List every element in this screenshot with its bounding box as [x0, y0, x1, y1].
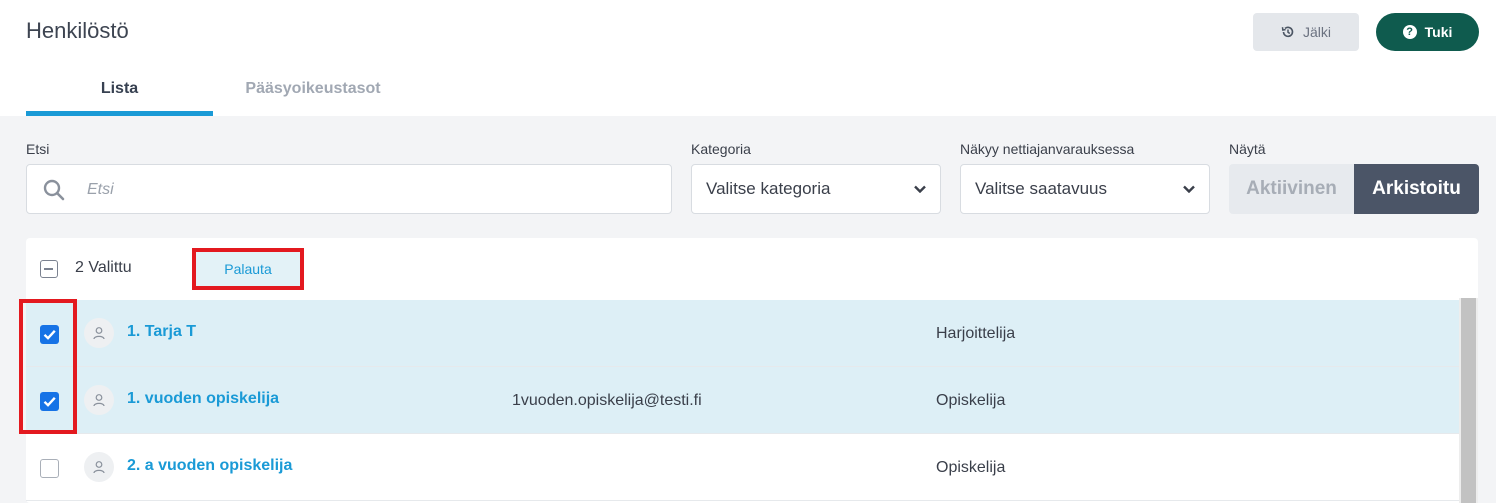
tuki-button[interactable]: ? Tuki — [1376, 13, 1479, 51]
tab-lista[interactable]: Lista — [26, 78, 213, 116]
category-select[interactable]: Valitse kategoria — [691, 164, 941, 214]
staff-list-panel: 2 Valittu Palauta 1. Tarja T Harjoitteli… — [26, 238, 1478, 503]
visibility-select[interactable]: Valitse saatavuus — [960, 164, 1210, 214]
select-all-checkbox[interactable] — [40, 260, 58, 278]
row-name[interactable]: 2. a vuoden opiskelija — [127, 457, 292, 475]
category-select-value: Valitse kategoria — [706, 179, 831, 198]
checkbox-highlight-annotation — [19, 299, 77, 434]
search-label: Etsi — [26, 141, 50, 157]
avatar — [84, 318, 114, 348]
search-icon — [43, 179, 65, 201]
toggle-aktiivinen[interactable]: Aktiivinen — [1229, 164, 1354, 214]
top-bar: Henkilöstö Jälki ? Tuki Lista Pääsyoikeu… — [0, 0, 1496, 116]
jalki-button[interactable]: Jälki — [1253, 13, 1359, 51]
tab-paasyoikeustasot[interactable]: Pääsyoikeustasot — [213, 78, 413, 116]
table-row[interactable]: 2. a vuoden opiskelija Opiskelija — [26, 434, 1459, 501]
table-row[interactable]: 1. Tarja T Harjoittelija — [26, 300, 1459, 367]
show-label: Näytä — [1229, 141, 1266, 157]
search-field[interactable] — [26, 164, 672, 214]
chevron-down-icon — [914, 185, 926, 193]
search-input[interactable] — [87, 179, 647, 201]
selection-bar: 2 Valittu Palauta — [26, 238, 1478, 300]
row-checkbox[interactable] — [40, 459, 59, 478]
visibility-select-value: Valitse saatavuus — [975, 179, 1107, 198]
row-role: Opiskelija — [936, 392, 1006, 409]
history-icon — [1281, 26, 1294, 38]
help-icon: ? — [1402, 25, 1417, 39]
scrollbar[interactable] — [1459, 298, 1478, 503]
page-title: Henkilöstö — [26, 18, 129, 43]
scrollbar-thumb[interactable] — [1461, 298, 1476, 503]
restore-button[interactable]: Palauta — [192, 248, 304, 290]
user-icon — [93, 327, 105, 340]
table-row[interactable]: 1. vuoden opiskelija 1vuoden.opiskelija@… — [26, 367, 1459, 434]
user-icon — [93, 394, 105, 407]
category-label: Kategoria — [691, 141, 751, 157]
jalki-label: Jälki — [1302, 24, 1331, 40]
row-role: Opiskelija — [936, 459, 1006, 476]
row-name[interactable]: 1. Tarja T — [127, 323, 196, 341]
show-toggle: Aktiivinen Arkistoitu — [1229, 164, 1479, 214]
row-name[interactable]: 1. vuoden opiskelija — [127, 390, 279, 408]
user-icon — [93, 461, 105, 474]
tuki-label: Tuki — [1424, 24, 1453, 40]
toggle-arkistoitu[interactable]: Arkistoitu — [1354, 164, 1479, 214]
chevron-down-icon — [1183, 185, 1195, 193]
avatar — [84, 385, 114, 415]
visibility-label: Näkyy nettiajanvarauksessa — [960, 141, 1135, 157]
avatar — [84, 452, 114, 482]
selected-count: 2 Valittu — [75, 259, 132, 276]
row-email: 1vuoden.opiskelija@testi.fi — [512, 392, 702, 409]
row-role: Harjoittelija — [936, 325, 1016, 342]
